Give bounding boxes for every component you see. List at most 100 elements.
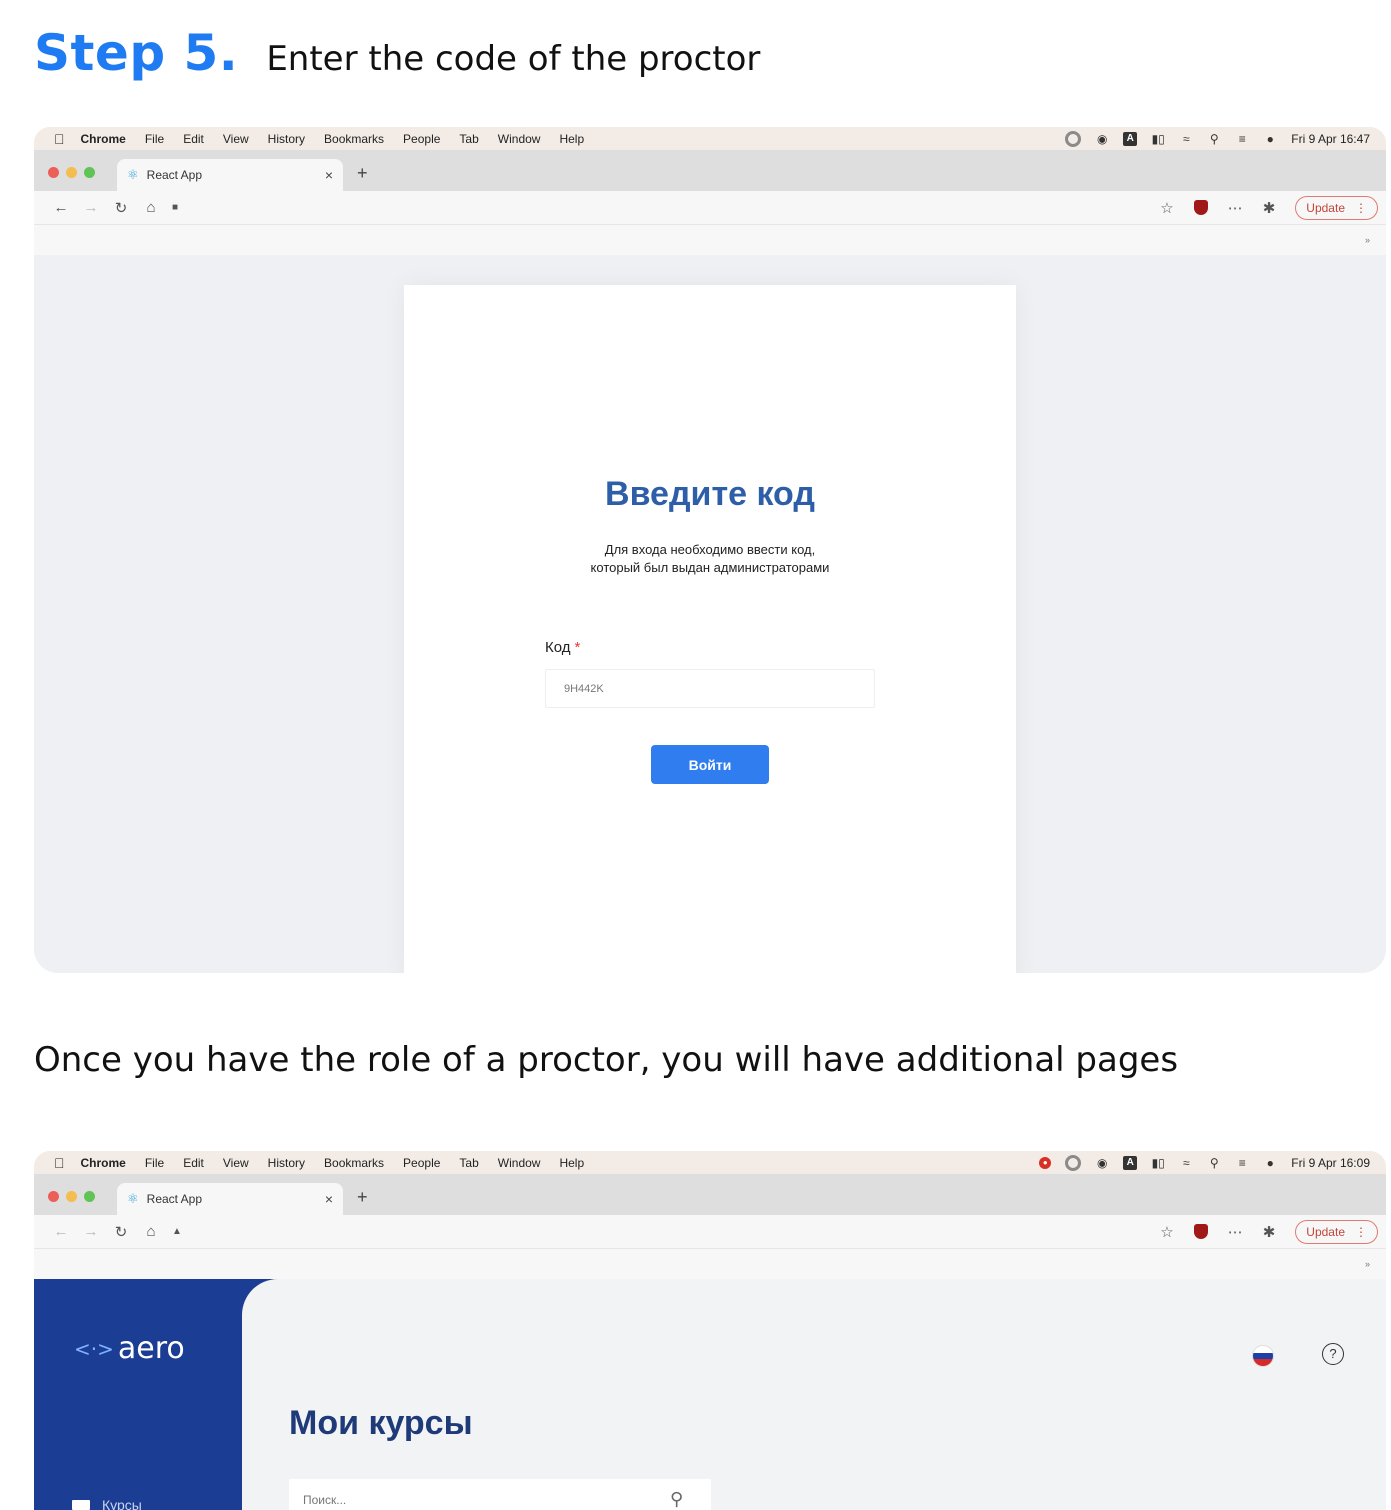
step-number: Step 5. — [34, 24, 239, 82]
back-icon[interactable]: ← — [46, 1223, 76, 1240]
more-menu-icon: ⋮ — [1355, 200, 1367, 215]
reload-icon[interactable]: ↻ — [106, 199, 136, 217]
help-icon[interactable]: ? — [1322, 1343, 1344, 1365]
keyboard-layout-icon[interactable]: A — [1123, 131, 1138, 146]
toolbar-actions: ☆ ⋯ ✱ Update ⋮ — [1160, 1219, 1386, 1244]
page-title: Мои курсы — [289, 1404, 473, 1442]
update-button[interactable]: Update ⋮ — [1295, 195, 1378, 220]
required-asterisk: * — [574, 639, 581, 656]
close-window-button[interactable] — [48, 1191, 59, 1202]
code-input[interactable] — [545, 669, 875, 708]
menu-history[interactable]: History — [268, 132, 305, 146]
lock-icon[interactable]: ■ — [172, 202, 178, 213]
menu-tab[interactable]: Tab — [459, 132, 478, 146]
wifi-icon[interactable]: ≈ — [1179, 1156, 1193, 1170]
notification-badge-icon[interactable]: ● — [1039, 1156, 1052, 1169]
tab-react-app[interactable]: ⚛ React App × — [117, 1183, 343, 1215]
login-page: Введите код Для входа необходимо ввести … — [34, 255, 1386, 973]
extension-dots-icon[interactable]: ⋯ — [1228, 1223, 1243, 1241]
siri-icon[interactable]: ● — [1263, 132, 1277, 146]
menu-window[interactable]: Window — [498, 132, 541, 146]
close-tab-icon[interactable]: × — [325, 167, 333, 183]
menu-window[interactable]: Window — [498, 1156, 541, 1170]
menubar-clock[interactable]: Fri 9 Apr 16:47 — [1291, 132, 1370, 146]
puzzle-icon[interactable]: ✱ — [1263, 1223, 1276, 1241]
menu-bookmarks[interactable]: Bookmarks — [324, 1156, 384, 1170]
minimize-window-button[interactable] — [66, 167, 77, 178]
record-status-icon[interactable] — [1065, 130, 1082, 147]
record-status-icon[interactable] — [1065, 1154, 1082, 1171]
close-window-button[interactable] — [48, 167, 59, 178]
new-tab-button[interactable]: + — [357, 163, 368, 184]
close-tab-icon[interactable]: × — [325, 1191, 333, 1207]
menu-tab[interactable]: Tab — [459, 1156, 478, 1170]
aero-logo[interactable]: <·> aero — [74, 1331, 185, 1366]
menubar-tray: ● ◉ A ▮▯ ≈ ⚲ ≡ ● Fri 9 Apr 16:09 — [1039, 1154, 1386, 1171]
control-center-icon[interactable]: ≡ — [1235, 132, 1249, 146]
menu-edit[interactable]: Edit — [183, 1156, 204, 1170]
zoom-window-button[interactable] — [84, 1191, 95, 1202]
extension-dots-icon[interactable]: ⋯ — [1228, 199, 1243, 217]
ublock-icon[interactable] — [1193, 1224, 1208, 1239]
menu-help[interactable]: Help — [559, 1156, 584, 1170]
siri-icon[interactable]: ● — [1263, 1156, 1277, 1170]
keyboard-layout-icon[interactable]: A — [1123, 1155, 1138, 1170]
menu-edit[interactable]: Edit — [183, 132, 204, 146]
step-description: Enter the code of the proctor — [266, 39, 761, 79]
menu-bookmarks[interactable]: Bookmarks — [324, 132, 384, 146]
update-label: Update — [1306, 200, 1345, 215]
play-icon[interactable]: ◉ — [1095, 132, 1109, 146]
menu-help[interactable]: Help — [559, 132, 584, 146]
apple-icon[interactable]:  — [54, 131, 65, 147]
warning-icon[interactable]: ▲ — [172, 1226, 182, 1237]
reload-icon[interactable]: ↻ — [106, 1223, 136, 1241]
ublock-icon[interactable] — [1193, 200, 1208, 215]
tab-strip: ⚛ React App × + — [34, 1175, 1386, 1215]
tab-title: React App — [146, 1192, 203, 1206]
new-tab-button[interactable]: + — [357, 1187, 368, 1208]
home-icon[interactable]: ⌂ — [136, 1223, 166, 1240]
react-icon: ⚛ — [127, 1191, 139, 1206]
minimize-window-button[interactable] — [66, 1191, 77, 1202]
zoom-window-button[interactable] — [84, 167, 95, 178]
tab-react-app[interactable]: ⚛ React App × — [117, 159, 343, 191]
menu-people[interactable]: People — [403, 1156, 440, 1170]
menu-people[interactable]: People — [403, 132, 440, 146]
home-icon[interactable]: ⌂ — [136, 199, 166, 216]
menu-chrome[interactable]: Chrome — [81, 132, 126, 146]
bookmarks-overflow-icon[interactable]: » — [1365, 1259, 1370, 1269]
wifi-icon[interactable]: ≈ — [1179, 132, 1193, 146]
menu-history[interactable]: History — [268, 1156, 305, 1170]
spotlight-search-icon[interactable]: ⚲ — [1207, 132, 1221, 146]
puzzle-icon[interactable]: ✱ — [1263, 199, 1276, 217]
browser-window-dashboard:  Chrome File Edit View History Bookmark… — [34, 1151, 1386, 1510]
bookmarks-overflow-icon[interactable]: » — [1365, 235, 1370, 245]
russian-flag-icon[interactable] — [1252, 1345, 1274, 1367]
search-input[interactable] — [289, 1479, 711, 1510]
menubar-clock[interactable]: Fri 9 Apr 16:09 — [1291, 1156, 1370, 1170]
battery-icon[interactable]: ▮▯ — [1151, 1156, 1165, 1170]
apple-icon[interactable]:  — [54, 1155, 65, 1171]
bookmark-star-icon[interactable]: ☆ — [1160, 1223, 1173, 1241]
sidebar-item-courses[interactable]: Курсы — [72, 1497, 142, 1510]
menu-file[interactable]: File — [145, 1156, 164, 1170]
control-center-icon[interactable]: ≡ — [1235, 1156, 1249, 1170]
forward-icon[interactable]: → — [76, 1223, 106, 1240]
play-icon[interactable]: ◉ — [1095, 1156, 1109, 1170]
code-label: Код * — [545, 639, 580, 656]
search-icon[interactable]: ⚲ — [670, 1489, 683, 1510]
menu-file[interactable]: File — [145, 132, 164, 146]
caption-text: Once you have the role of a proctor, you… — [34, 1040, 1179, 1080]
forward-icon[interactable]: → — [76, 199, 106, 216]
battery-icon[interactable]: ▮▯ — [1151, 132, 1165, 146]
menu-view[interactable]: View — [223, 1156, 249, 1170]
bookmark-star-icon[interactable]: ☆ — [1160, 199, 1173, 217]
browser-window-login:  Chrome File Edit View History Bookmark… — [34, 127, 1386, 973]
aero-logo-text: aero — [117, 1331, 185, 1366]
menu-chrome[interactable]: Chrome — [81, 1156, 126, 1170]
spotlight-search-icon[interactable]: ⚲ — [1207, 1156, 1221, 1170]
login-button[interactable]: Войти — [651, 745, 769, 784]
update-button[interactable]: Update ⋮ — [1295, 1219, 1378, 1244]
back-icon[interactable]: ← — [46, 199, 76, 216]
menu-view[interactable]: View — [223, 132, 249, 146]
